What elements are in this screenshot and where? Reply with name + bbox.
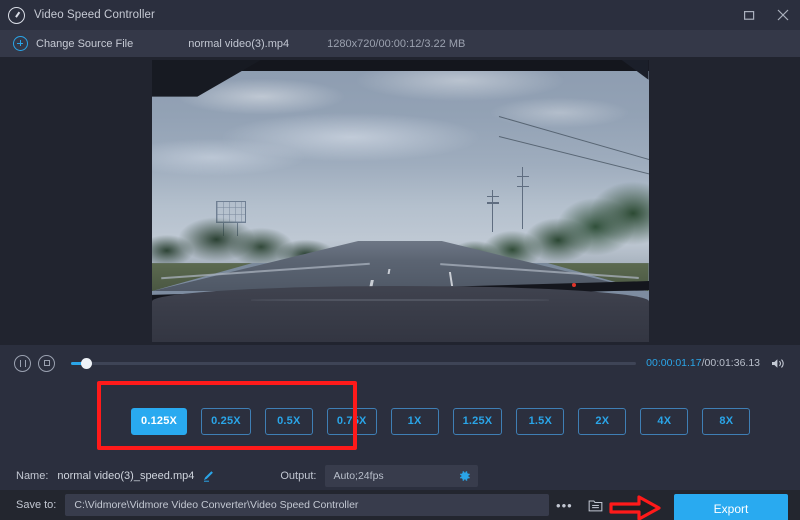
export-button[interactable]: Export xyxy=(674,494,788,520)
speed-option-0-5x[interactable]: 0.5X xyxy=(264,407,313,435)
volume-icon[interactable] xyxy=(771,357,786,370)
source-bar: Change Source File normal video(3).mp4 1… xyxy=(0,30,800,57)
slider-track xyxy=(71,361,637,365)
name-label: Name: xyxy=(16,469,49,482)
speed-option-0-25x[interactable]: 0.25X xyxy=(201,407,251,435)
browse-button[interactable]: ••• xyxy=(551,494,577,516)
source-metadata: 1280x720/00:00:12/3.22 MB xyxy=(327,37,466,50)
window-controls xyxy=(732,0,800,30)
folder-icon[interactable] xyxy=(583,494,607,516)
current-time: 00:00:01.17 xyxy=(646,357,702,369)
save-to-label: Save to: xyxy=(16,499,57,511)
source-filename: normal video(3).mp4 xyxy=(188,37,290,50)
playback-progress-slider[interactable] xyxy=(71,355,637,371)
playback-controls: 00:00:01.17 / 00:01:36.13 xyxy=(0,345,800,381)
speed-option-0-125x[interactable]: 0.125X xyxy=(131,407,188,435)
video-preview-area xyxy=(0,57,800,345)
gear-icon[interactable] xyxy=(458,469,471,482)
speed-option-4x[interactable]: 4X xyxy=(640,407,689,435)
slider-handle[interactable] xyxy=(80,357,92,369)
save-to-row: Save to: C:\Vidmore\Vidmore Video Conver… xyxy=(0,490,800,520)
video-speed-controller-window: Video Speed Controller Change Source Fil… xyxy=(0,0,800,520)
window-title: Video Speed Controller xyxy=(34,9,155,21)
maximize-icon[interactable] xyxy=(732,0,766,30)
speed-option-1-5x[interactable]: 1.5X xyxy=(516,407,565,435)
output-name-value[interactable]: normal video(3)_speed.mp4 xyxy=(57,470,194,482)
speed-options-row: 0.125X 0.25X 0.5X 0.75X 1X 1.25X 1.5X 2X… xyxy=(0,381,800,461)
output-format-field[interactable]: Auto;24fps xyxy=(325,464,479,487)
close-icon[interactable] xyxy=(766,0,800,30)
stop-icon[interactable] xyxy=(38,354,55,372)
pause-icon[interactable] xyxy=(14,354,31,372)
plus-circle-icon[interactable] xyxy=(13,36,28,51)
save-path-field[interactable]: C:\Vidmore\Vidmore Video Converter\Video… xyxy=(65,494,550,516)
video-frame[interactable] xyxy=(151,60,649,342)
total-time: 00:01:36.13 xyxy=(704,357,760,369)
export-arrow-annotation xyxy=(609,494,661,520)
lane-marking xyxy=(387,269,391,275)
output-label: Output: xyxy=(280,469,317,482)
speed-option-8x[interactable]: 8X xyxy=(702,407,751,435)
speed-option-2x[interactable]: 2X xyxy=(578,407,627,435)
output-name-row: Name: normal video(3)_speed.mp4 Output: … xyxy=(0,461,800,490)
change-source-file-button[interactable]: Change Source File xyxy=(36,38,133,50)
output-format-value: Auto;24fps xyxy=(333,469,384,482)
speed-option-1-25x[interactable]: 1.25X xyxy=(452,407,503,435)
speed-option-0-75x[interactable]: 0.75X xyxy=(326,407,377,435)
pencil-icon[interactable] xyxy=(202,469,215,482)
car-hood xyxy=(151,285,649,342)
title-bar: Video Speed Controller xyxy=(0,0,800,30)
speed-option-1x[interactable]: 1X xyxy=(390,407,439,435)
speedometer-icon xyxy=(8,6,25,24)
